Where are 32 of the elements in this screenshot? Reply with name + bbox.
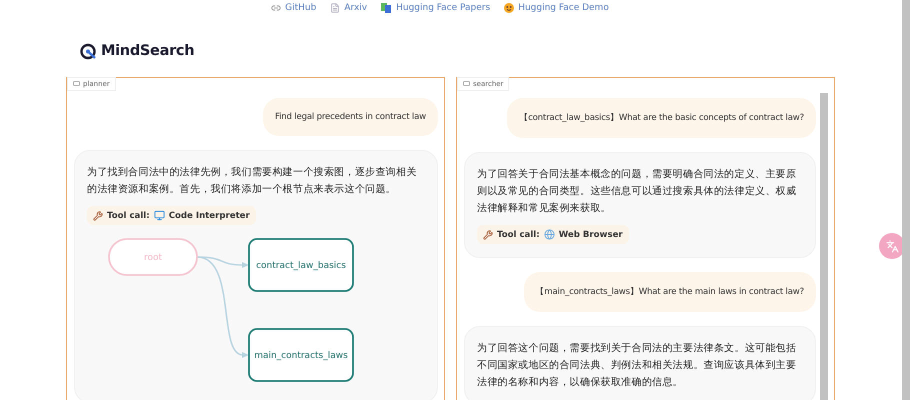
root-node: root <box>108 238 198 276</box>
user-message: Find legal precedents in contract law <box>263 98 438 136</box>
chat-icon <box>73 81 80 87</box>
header-link[interactable]: GitHub <box>271 1 316 15</box>
user-message: 【main_contracts_laws】What are the main laws in contract law? <box>524 272 816 312</box>
globe-icon <box>544 229 555 240</box>
chat-icon <box>463 81 470 87</box>
header-link[interactable]: Hugging Face Papers <box>381 1 490 15</box>
document-icon <box>330 3 340 13</box>
tool-call-label: Tool call: <box>107 210 150 220</box>
logo-icon <box>80 42 97 60</box>
message-text: 为了找到合同法中的法律先例，我们需要构建一个搜索图，逐步查询相关的法律资源和案例。首先，我们将添加一个根节点来表示这个问题。 <box>87 166 418 197</box>
message-text: 为了回答这个问题，需要找到关于合同法的主要法律条文。这可能包括不同国家或地区的合同法典、判例法和相关法规。查询应该具体到主要法律的名称和内容，以确保获取准确的信息。 <box>477 342 798 390</box>
logo-text: MindSearch <box>101 43 194 59</box>
graph-node: contract_law_basics <box>248 238 354 292</box>
message-text: 为了回答关于合同法基本概念的问题，需要明确合同法的定义、主要原则以及常见的合同类型。这些信息可以通过搜索具体的法律定义、权威法律解释和常见案例来获取。 <box>477 168 798 216</box>
header-link[interactable]: Hugging Face Demo <box>504 1 609 15</box>
link-icon <box>271 3 282 13</box>
smiley-icon <box>504 3 514 13</box>
scrollbar[interactable] <box>820 93 828 400</box>
monitor-icon <box>154 210 165 221</box>
wrench-icon <box>483 230 493 240</box>
squares-icon <box>381 3 392 13</box>
tool-call-label: Tool call: <box>497 230 540 240</box>
tool-name: Code Interpreter <box>168 210 250 220</box>
page-scrollbar[interactable] <box>902 0 910 400</box>
wrench-icon <box>93 210 103 220</box>
graph-node: main_contracts_laws <box>248 328 354 382</box>
header-link[interactable]: Arxiv <box>330 1 368 15</box>
user-message: 【contract_law_basics】What are the basic concepts of contract law? <box>507 98 816 138</box>
tool-name: Web Browser <box>558 230 623 240</box>
translate-icon <box>886 240 898 252</box>
